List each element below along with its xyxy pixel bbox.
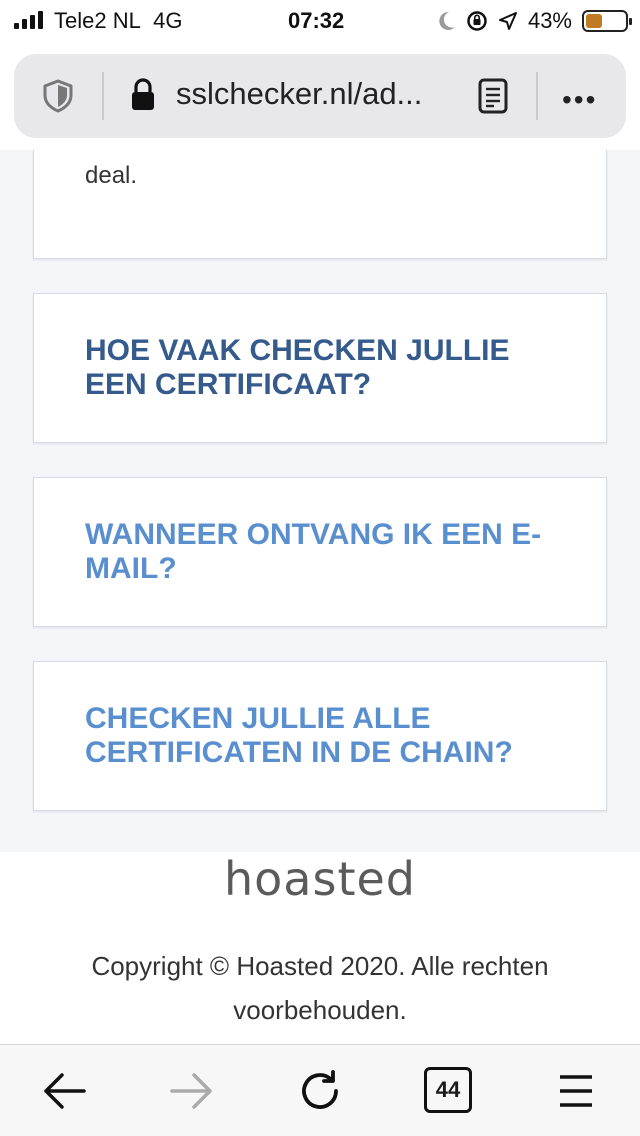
reader-mode-icon[interactable]	[478, 78, 508, 114]
clock: 07:32	[288, 8, 345, 33]
moon-icon	[439, 11, 455, 30]
partial-card: deal.	[33, 150, 607, 259]
back-arrow-icon[interactable]	[40, 1067, 88, 1115]
battery-icon	[582, 10, 632, 32]
forward-arrow-icon[interactable]	[168, 1067, 216, 1115]
hoasted-logo[interactable]: hoasted	[0, 852, 640, 906]
browser-toolbar: 44	[0, 1044, 640, 1136]
orientation-lock-icon	[467, 11, 487, 31]
divider	[102, 72, 104, 120]
url-text[interactable]: sslchecker.nl/ad...	[176, 76, 422, 112]
reload-icon[interactable]	[296, 1067, 344, 1115]
page-content: deal. HOE VAAK CHECKEN JULLIE EEN CERTIF…	[0, 150, 640, 852]
shield-icon[interactable]	[40, 78, 76, 114]
more-menu-icon[interactable]: •••	[562, 84, 597, 116]
divider	[536, 72, 538, 120]
faq-question[interactable]: CHECKEN JULLIE ALLE CERTIFICATEN IN DE C…	[85, 702, 566, 770]
network-label: 4G	[153, 8, 183, 33]
status-bar: Tele2 NL 4G 07:32 43%	[0, 0, 640, 42]
hamburger-menu-icon[interactable]	[552, 1067, 600, 1115]
lock-icon	[132, 78, 154, 110]
faq-item[interactable]: CHECKEN JULLIE ALLE CERTIFICATEN IN DE C…	[33, 661, 607, 811]
card-text: deal.	[85, 162, 138, 189]
faq-item[interactable]: WANNEER ONTVANG IK EEN E-MAIL?	[33, 477, 607, 627]
carrier-label: Tele2 NL 4G	[54, 8, 183, 33]
battery-percent: 43%	[527, 8, 572, 33]
signal-icon	[14, 11, 43, 29]
faq-item[interactable]: HOE VAAK CHECKEN JULLIE EEN CERTIFICAAT?	[33, 293, 607, 443]
location-icon	[498, 12, 517, 30]
copyright-text: Copyright © Hoasted 2020. Alle rechten v…	[91, 951, 549, 1025]
faq-question[interactable]: HOE VAAK CHECKEN JULLIE EEN CERTIFICAAT?	[85, 334, 566, 402]
footer: hoasted Copyright © Hoasted 2020. Alle r…	[0, 852, 640, 1044]
tabs-icon[interactable]: 44	[424, 1067, 472, 1113]
faq-question[interactable]: WANNEER ONTVANG IK EEN E-MAIL?	[85, 518, 566, 586]
address-bar[interactable]: sslchecker.nl/ad... •••	[14, 54, 626, 138]
